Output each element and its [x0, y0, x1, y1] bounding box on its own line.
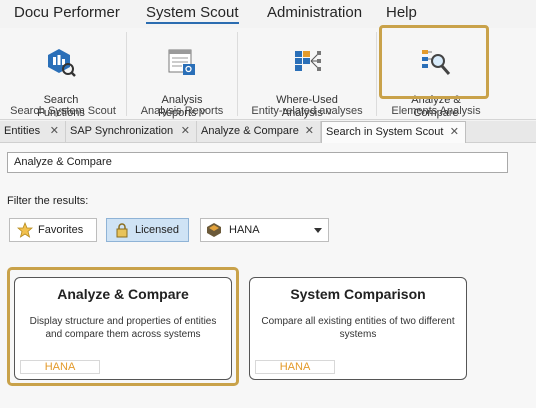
system-type-dropdown[interactable]: HANA — [200, 218, 329, 242]
ribbon-group-entity-analyses: Where-Used Analysis ˅ Entity-related ana… — [238, 28, 376, 120]
tab-label: Search in System Scout — [326, 126, 444, 138]
search-input[interactable]: Analyze & Compare — [7, 152, 508, 173]
result-card-system-comparison[interactable]: System Comparison Compare all existing e… — [249, 277, 467, 380]
menu-help[interactable]: Help — [386, 4, 417, 21]
result-card-analyze-compare[interactable]: Analyze & Compare Display structure and … — [14, 277, 232, 380]
ribbon-group-label: Search System Scout — [10, 105, 116, 117]
tab-label: SAP Synchronization — [70, 125, 174, 137]
ribbon-group-search: Search Functions Search System Scout — [0, 28, 126, 120]
filter-label: Filter the results: — [7, 195, 89, 207]
tab-label: Entities — [4, 125, 41, 137]
card-tag: HANA — [20, 360, 100, 374]
favorites-filter-button[interactable]: Favorites — [9, 218, 97, 242]
ribbon-group-analysis-reports: Analysis Reports ˅ Analysis Reports — [127, 28, 237, 120]
ribbon-group-label: Entity-related analyses — [251, 105, 363, 117]
menu-administration[interactable]: Administration — [267, 4, 362, 21]
analysis-reports-icon — [168, 49, 195, 75]
tab-analyze-compare[interactable]: Analyze & Compare ✕ — [197, 121, 321, 143]
search-functions-icon — [48, 49, 76, 77]
card-tag: HANA — [255, 360, 335, 374]
close-icon[interactable]: ✕ — [305, 121, 314, 142]
analysis-reports-button[interactable]: Analysis Reports ˅ — [137, 32, 227, 119]
tab-label: Analyze & Compare — [201, 125, 299, 137]
document-tabs: Entities ✕ SAP Synchronization ✕ Analyze… — [0, 121, 536, 143]
menu-docu-performer[interactable]: Docu Performer — [14, 4, 120, 21]
menu-bar: Docu Performer System Scout Administrati… — [0, 0, 536, 28]
menu-system-scout[interactable]: System Scout — [146, 4, 239, 24]
ribbon: Search Functions Search System Scout Ana… — [0, 25, 536, 120]
tab-sap-synchronization[interactable]: SAP Synchronization ✕ — [66, 121, 197, 143]
star-icon — [17, 222, 33, 238]
close-icon[interactable]: ✕ — [181, 121, 190, 142]
card-description: Display structure and properties of enti… — [29, 316, 217, 340]
ribbon-group-label: Elements Analysis — [391, 105, 481, 117]
licensed-filter-button[interactable]: Licensed — [106, 218, 189, 242]
hana-database-icon — [207, 223, 221, 237]
dropdown-value: HANA — [229, 224, 260, 236]
card-title: System Comparison — [290, 286, 426, 302]
favorites-label: Favorites — [38, 224, 84, 236]
chevron-down-icon[interactable] — [314, 228, 322, 233]
card-title: Analyze & Compare — [57, 286, 189, 302]
where-used-analysis-button[interactable]: Where-Used Analysis ˅ — [262, 32, 352, 119]
ribbon-highlight-frame — [379, 25, 489, 99]
lock-icon — [116, 223, 128, 238]
where-used-icon — [295, 51, 321, 71]
search-panel: Analyze & Compare Filter the results: Fa… — [0, 143, 536, 408]
close-icon[interactable]: ✕ — [450, 122, 459, 143]
search-functions-button[interactable]: Search Functions — [16, 32, 106, 119]
tab-entities[interactable]: Entities ✕ — [0, 121, 66, 143]
ribbon-group-label: Analysis Reports — [140, 105, 224, 117]
tab-search-in-system-scout[interactable]: Search in System Scout ✕ — [321, 121, 466, 143]
licensed-label: Licensed — [135, 224, 180, 236]
card-description: Compare all existing entities of two dif… — [261, 316, 455, 340]
close-icon[interactable]: ✕ — [50, 121, 59, 142]
